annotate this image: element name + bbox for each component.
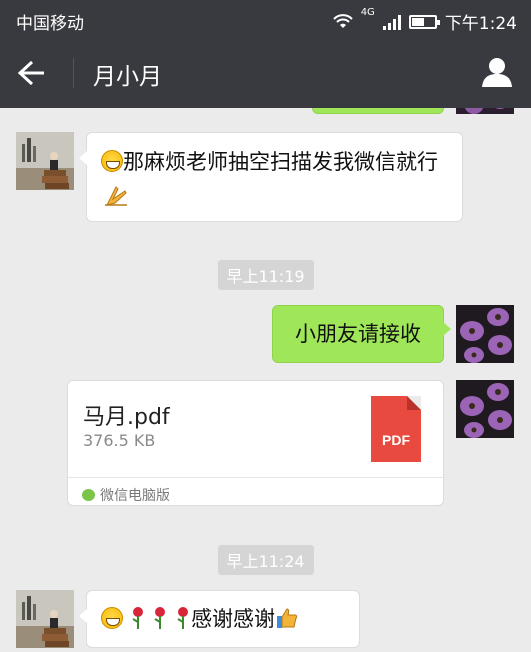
message-timestamp: 早上11:24 (217, 545, 314, 575)
file-size: 376.5 KB (83, 431, 156, 450)
file-name: 马月.pdf (83, 405, 170, 430)
my-avatar-partial[interactable] (456, 108, 514, 114)
back-button[interactable] (16, 56, 56, 90)
status-bar: 中国移动 4G 下午1:24 (0, 0, 531, 38)
file-source-label: 微信电脑版 (100, 488, 170, 504)
message-text: 那麻烦老师抽空扫描发我微信就行 (123, 150, 438, 174)
wechat-pc-icon (82, 489, 95, 501)
person-icon (482, 58, 512, 87)
chat-title: 月小月 (93, 64, 162, 90)
file-source: 微信电脑版 (82, 485, 170, 505)
signal-icon (382, 14, 401, 30)
received-message-bubble[interactable]: 那麻烦老师抽空扫描发我微信就行 (79, 132, 463, 222)
status-indicators: 4G 下午1:24 (332, 7, 517, 34)
sent-message-bubble[interactable]: 小朋友请接收 (272, 305, 451, 363)
previous-sent-bubble[interactable] (312, 108, 444, 114)
received-message-bubble[interactable]: 感谢感谢 (79, 590, 360, 648)
message-text: 小朋友请接收 (295, 322, 421, 346)
contact-avatar[interactable] (16, 132, 74, 190)
rose-emoji-icon (177, 607, 189, 629)
grin-emoji-icon (101, 607, 123, 629)
thumbs-up-emoji-icon (277, 608, 298, 628)
header-divider (73, 58, 74, 88)
wifi-icon (332, 13, 353, 28)
contact-avatar[interactable] (16, 590, 74, 648)
clock: 下午1:24 (444, 14, 517, 34)
file-type-label: PDF (382, 432, 410, 448)
pray-hands-emoji-icon (105, 186, 127, 206)
chat-area[interactable]: 那麻烦老师抽空扫描发我微信就行 早上11:19 小朋友请接收 马月.pdf 37… (0, 108, 531, 652)
rose-emoji-icon (132, 607, 143, 629)
message-text: 感谢感谢 (191, 607, 276, 631)
rose-emoji-icon (154, 607, 166, 629)
file-message-card[interactable]: 马月.pdf 376.5 KB PDF 微信电脑版 (67, 380, 444, 506)
network-type-label: 4G (360, 7, 375, 18)
back-arrow-icon (17, 60, 44, 86)
my-avatar[interactable] (456, 380, 514, 438)
message-timestamp: 早上11:19 (217, 260, 314, 290)
carrier-label: 中国移动 (16, 14, 84, 34)
chat-info-button[interactable] (477, 54, 517, 92)
pdf-file-icon: PDF (371, 396, 421, 462)
battery-icon (408, 14, 440, 29)
file-card-divider (68, 477, 443, 478)
chat-header: 月小月 (0, 38, 531, 108)
grin-emoji-icon (101, 150, 123, 172)
my-avatar[interactable] (456, 305, 514, 363)
